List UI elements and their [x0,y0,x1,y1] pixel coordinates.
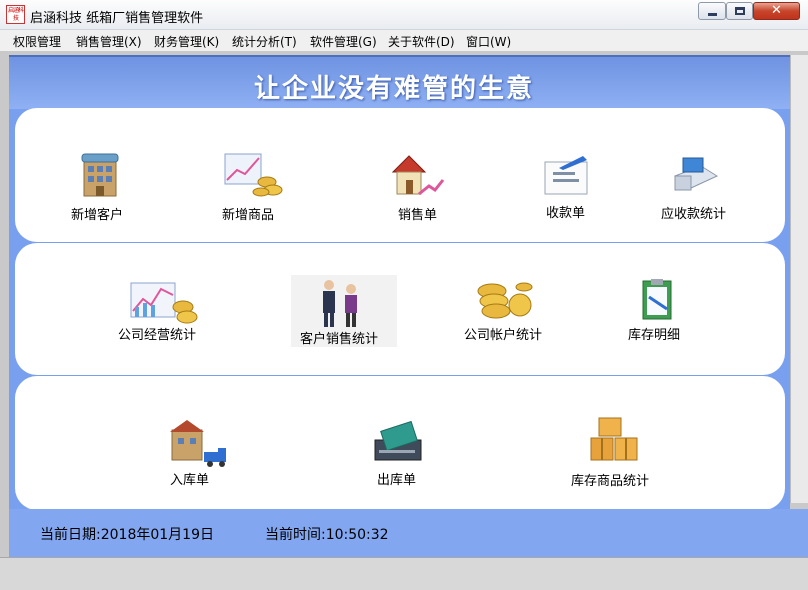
maximize-icon [735,7,745,15]
receivable-stats-tile[interactable]: 应收款统计 [659,152,735,224]
bottom-status-bar [0,557,808,590]
company-account-stats-label: 公司帐户统计 [464,328,543,343]
menu-statistics[interactable]: 统计分析(T) [232,33,297,50]
inventory-product-stats-tile[interactable]: 库存商品统计 [569,416,659,489]
sales-order-tile[interactable]: 销售单 [387,152,449,224]
inventory-detail-label: 库存明细 [628,328,681,343]
receipt-label: 收款单 [546,206,586,221]
function-row-3: 入库单 出库单 库存商品统计 [15,376,785,510]
inventory-product-stats-label: 库存商品统计 [571,474,650,489]
company-account-stats-tile[interactable]: 公司帐户统计 [462,277,552,345]
title-bar: 启涵科技 启涵科技 纸箱厂销售管理软件 ✕ [0,0,808,30]
product-coins-icon [224,153,283,197]
company-operation-stats-label: 公司经营统计 [118,328,197,343]
add-product-tile[interactable]: 新增商品 [217,152,289,224]
right-edge-strip [790,55,808,503]
inventory-detail-tile[interactable]: 库存明细 [625,277,691,345]
close-button[interactable]: ✕ [753,2,800,20]
minimize-button[interactable] [698,2,726,20]
customer-sales-stats-tile[interactable]: 客户销售统计 [291,275,397,347]
business-people-icon [323,280,357,327]
add-product-label: 新增商品 [222,208,275,223]
clipboard-icon [642,279,672,320]
menu-bar: 权限管理 销售管理(X) 财务管理(K) 统计分析(T) 软件管理(G) 关于软… [0,30,808,52]
menu-permission[interactable]: 权限管理 [13,33,61,50]
add-customer-label: 新增客户 [71,208,124,223]
function-row-1: 新增客户 新增商品 销售单 收款单 应收款统计 [15,108,785,242]
menu-window[interactable]: 窗口(W) [466,33,511,50]
coins-stack-icon [477,282,533,319]
menu-about[interactable]: 关于软件(D) [388,33,455,50]
maximize-button[interactable] [726,2,753,20]
stats-chart-icon [130,282,198,324]
house-chart-icon [391,155,445,196]
menu-software[interactable]: 软件管理(G) [310,33,377,50]
current-date: 当前日期:2018年01月19日 [40,527,214,543]
function-row-2: 公司经营统计 客户销售统计 公司帐户统计 库存明细 [15,243,785,375]
menu-sales[interactable]: 销售管理(X) [76,33,142,50]
menu-finance[interactable]: 财务管理(K) [154,33,219,50]
stock-in-tile[interactable]: 入库单 [165,418,231,488]
warehouse-truck-icon [170,420,226,467]
customer-sales-stats-label: 客户销售统计 [300,332,379,347]
receipt-note-icon [544,156,588,195]
building-icon [81,153,119,197]
close-icon: ✕ [771,3,782,18]
card-swipe-icon [374,420,422,461]
app-logo-icon: 启涵科技 [6,5,25,24]
receivable-stats-label: 应收款统计 [661,207,727,222]
current-time: 当前时间:10:50:32 [265,527,389,543]
receipt-tile[interactable]: 收款单 [537,152,597,224]
boxes-icon [590,417,638,461]
minimize-icon [708,13,717,16]
slogan: 让企业没有难管的生意 [253,74,534,104]
company-operation-stats-tile[interactable]: 公司经营统计 [117,277,213,345]
cash-register-icon [673,157,719,191]
sales-order-label: 销售单 [398,208,438,223]
stock-out-label: 出库单 [377,473,417,488]
window-title: 启涵科技 纸箱厂销售管理软件 [30,11,204,26]
add-customer-tile[interactable]: 新增客户 [67,152,137,224]
stock-in-label: 入库单 [170,473,210,488]
stock-out-tile[interactable]: 出库单 [371,418,431,488]
